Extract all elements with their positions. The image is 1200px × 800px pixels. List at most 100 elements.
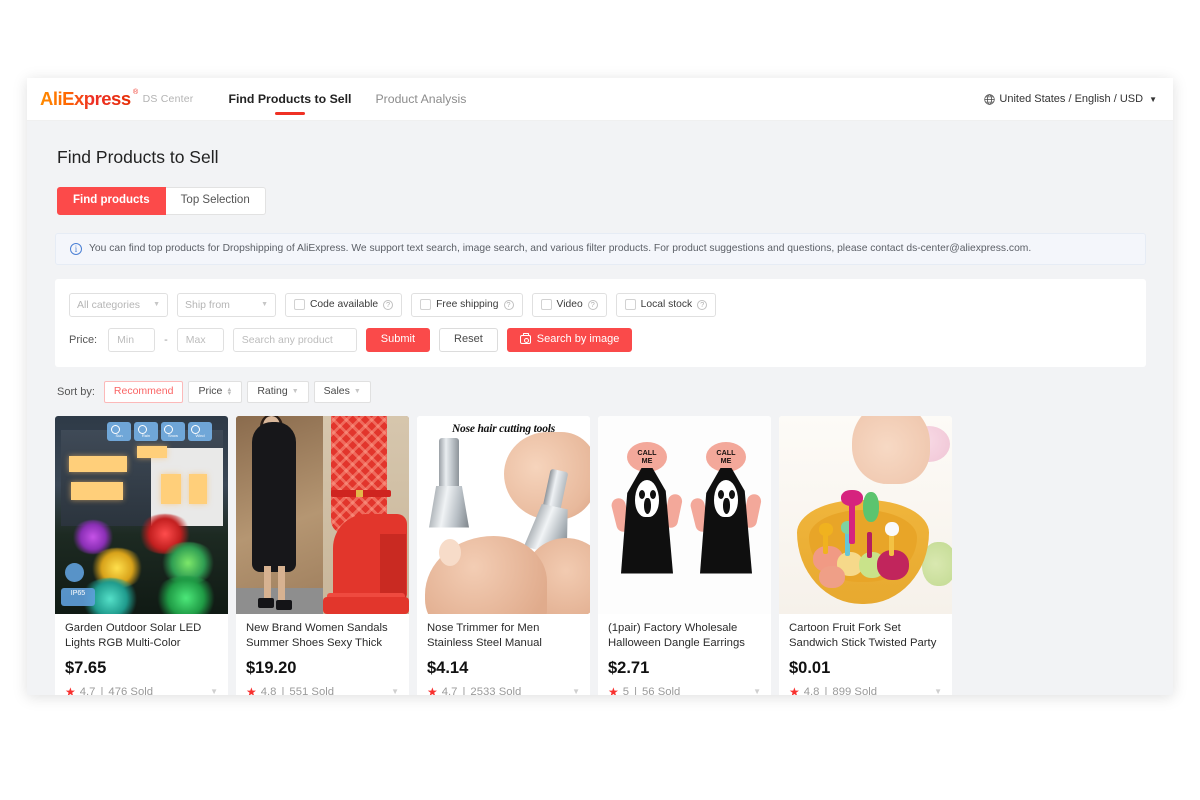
- earring-left: CALL ME: [610, 441, 684, 578]
- help-icon[interactable]: ?: [503, 299, 514, 310]
- fork-animal-head: [885, 521, 899, 536]
- product-card-body: Nose Trimmer for Men Stainless Steel Man…: [417, 614, 590, 696]
- model-shoe: [258, 597, 274, 608]
- house-illustration: [61, 429, 223, 526]
- nav-product-analysis[interactable]: Product Analysis: [363, 78, 478, 121]
- ship-from-select[interactable]: Ship from ▼: [177, 292, 276, 317]
- tab-label: Find products: [73, 194, 150, 206]
- product-image-sandals[interactable]: [236, 415, 409, 614]
- product-image-overlay-title: Nose hair cutting tools: [451, 422, 556, 435]
- product-card[interactable]: CALL ME CALL ME (1pair) Factory Wholesal…: [598, 415, 771, 696]
- product-card[interactable]: Cartoon Fruit Fork Set Sandwich Stick Tw…: [779, 415, 952, 696]
- meta-separator: |: [100, 685, 104, 696]
- model-black-dress: [252, 421, 296, 572]
- product-sold-count: 476 Sold: [108, 685, 154, 696]
- tab-top-selection[interactable]: Top Selection: [165, 187, 266, 215]
- aliexpress-logo[interactable]: AliExpress ®: [40, 88, 138, 110]
- product-price: $7.65: [65, 658, 107, 677]
- search-by-image-button[interactable]: Search by image: [506, 327, 633, 352]
- checkbox-label: Free shipping: [436, 299, 499, 310]
- checkbox-code-available[interactable]: Code available ?: [285, 292, 403, 317]
- checkbox-local-stock[interactable]: Local stock ?: [615, 292, 717, 317]
- sort-sales[interactable]: Sales ▼: [313, 380, 371, 403]
- product-sold-count: 899 Sold: [832, 685, 878, 696]
- product-image-earrings[interactable]: CALL ME CALL ME: [598, 415, 771, 614]
- chevron-down-icon[interactable]: ▼: [753, 687, 761, 695]
- product-grid: Sun Rain Snow Wind IP65 Garden Outdoor S…: [55, 415, 1146, 696]
- product-title[interactable]: Cartoon Fruit Fork Set Sandwich Stick Tw…: [789, 621, 942, 651]
- locale-label: United States / English / USD: [999, 93, 1144, 105]
- fork-green-bear: [863, 491, 879, 522]
- product-meta: ★ 5 | 56 Sold ▼: [608, 685, 761, 696]
- badge-wind: Wind: [188, 421, 212, 441]
- info-icon: i: [70, 242, 82, 255]
- logo-text: AliExpress: [40, 88, 131, 109]
- chevron-down-icon[interactable]: ▼: [210, 687, 218, 695]
- help-icon[interactable]: ?: [383, 299, 394, 310]
- product-sold-count: 551 Sold: [289, 685, 335, 696]
- trimmer-body-left: [429, 485, 469, 528]
- reset-button[interactable]: Reset: [439, 327, 498, 352]
- info-banner-text: You can find top products for Dropshippi…: [89, 243, 1032, 254]
- category-select[interactable]: All categories ▼: [69, 292, 168, 317]
- star-icon: ★: [789, 684, 800, 696]
- badge-rain: Rain: [134, 421, 158, 441]
- product-price: $2.71: [608, 658, 650, 677]
- product-title[interactable]: Garden Outdoor Solar LED Lights RGB Mult…: [65, 621, 218, 651]
- ghost-eye: [639, 489, 645, 499]
- checkbox-icon[interactable]: [420, 299, 432, 310]
- sort-rating[interactable]: Rating ▼: [247, 380, 309, 403]
- camera-icon: [519, 333, 531, 344]
- product-image-solar-lights[interactable]: Sun Rain Snow Wind IP65: [55, 415, 228, 614]
- chunky-heel: [380, 533, 406, 600]
- product-title[interactable]: Nose Trimmer for Men Stainless Steel Man…: [427, 621, 580, 651]
- checkbox-icon[interactable]: [294, 299, 305, 310]
- checkbox-icon[interactable]: [540, 299, 552, 310]
- meta-separator: |: [824, 685, 828, 696]
- product-card-body: Garden Outdoor Solar LED Lights RGB Mult…: [55, 614, 228, 696]
- product-rating: 4.8: [803, 685, 820, 696]
- help-icon[interactable]: ?: [587, 299, 598, 310]
- checkbox-icon[interactable]: [624, 299, 636, 310]
- checkbox-free-shipping[interactable]: Free shipping ?: [411, 292, 523, 317]
- price-min-input[interactable]: [108, 327, 156, 352]
- call-me-disc: CALL ME: [627, 441, 667, 472]
- product-card[interactable]: Nose hair cutting tools Nose Trimmer for…: [417, 415, 590, 696]
- nav-find-products-to-sell[interactable]: Find Products to Sell: [216, 78, 363, 121]
- tab-find-products[interactable]: Find products: [57, 187, 166, 215]
- help-icon[interactable]: ?: [697, 299, 708, 310]
- locale-selector[interactable]: United States / English / USD ▼: [984, 93, 1157, 105]
- globe-icon: [984, 93, 996, 105]
- nav-links: Find Products to Sell Product Analysis: [216, 78, 478, 121]
- filter-row-bottom: Price: - Submit Reset Search by image: [69, 327, 1132, 352]
- product-title[interactable]: (1pair) Factory Wholesale Halloween Dang…: [608, 621, 761, 651]
- logo-trademark-icon: ®: [132, 89, 138, 96]
- ghost-eye: [718, 489, 724, 499]
- sort-price[interactable]: Price ▲ ▼: [188, 380, 243, 403]
- product-image-nose-trimmer[interactable]: Nose hair cutting tools: [417, 415, 590, 614]
- product-card-body: New Brand Women Sandals Summer Shoes Sex…: [236, 614, 409, 696]
- product-title[interactable]: New Brand Women Sandals Summer Shoes Sex…: [246, 621, 399, 651]
- chevron-down-icon[interactable]: ▼: [934, 687, 942, 695]
- sort-recommend[interactable]: Recommend: [103, 380, 184, 403]
- checkbox-video[interactable]: Video ?: [531, 292, 607, 317]
- chevron-down-icon[interactable]: ▼: [572, 687, 580, 695]
- submit-button[interactable]: Submit: [365, 327, 431, 352]
- category-select-value: All categories: [77, 298, 141, 311]
- top-navigation-bar: AliExpress ® DS Center Find Products to …: [27, 78, 1173, 121]
- product-rating: 5: [622, 685, 630, 696]
- product-search-input[interactable]: [232, 327, 357, 352]
- product-card[interactable]: Sun Rain Snow Wind IP65 Garden Outdoor S…: [55, 415, 228, 696]
- product-meta: ★ 4.8 | 899 Sold ▼: [789, 685, 942, 696]
- product-price: $0.01: [789, 658, 831, 677]
- thumb-nail: [439, 538, 461, 566]
- star-icon: ★: [246, 684, 257, 696]
- product-price: $19.20: [246, 658, 297, 677]
- checkbox-label: Local stock: [640, 299, 693, 310]
- price-max-input[interactable]: [176, 327, 224, 352]
- product-card[interactable]: New Brand Women Sandals Summer Shoes Sex…: [236, 415, 409, 696]
- model-shoe: [276, 599, 292, 610]
- product-image-fruit-forks[interactable]: [779, 415, 952, 614]
- ghost-mouth: [723, 497, 730, 514]
- chevron-down-icon[interactable]: ▼: [391, 687, 399, 695]
